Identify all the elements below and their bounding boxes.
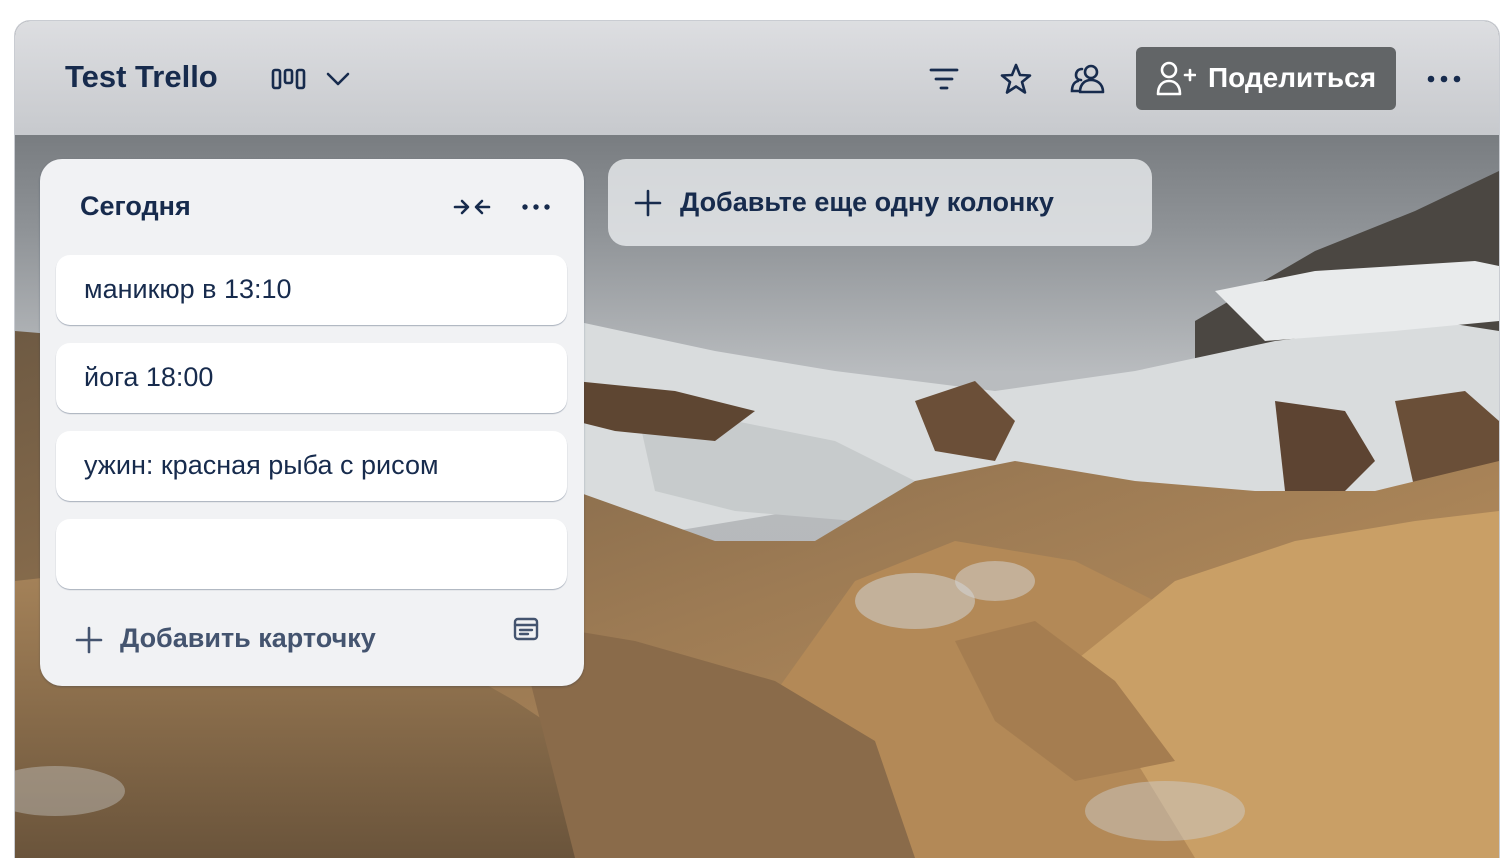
star-button[interactable] xyxy=(992,55,1040,103)
card[interactable]: маникюр в 13:10 xyxy=(56,255,567,325)
list-column: Сегодня маникюр в 13:10 йога 18:00 ужин:… xyxy=(40,159,584,686)
card[interactable]: йога 18:00 xyxy=(56,343,567,413)
members-button[interactable] xyxy=(1064,55,1112,103)
card-template-icon xyxy=(513,617,539,641)
board-window: Test Trello Поделиться Сегодня маникюр в… xyxy=(14,20,1500,858)
filter-icon xyxy=(929,68,959,90)
filter-button[interactable] xyxy=(920,55,968,103)
collapse-icon xyxy=(453,199,491,215)
add-card-button[interactable]: Добавить карточку xyxy=(56,614,496,666)
create-from-template-button[interactable] xyxy=(512,615,560,663)
more-icon xyxy=(1427,75,1461,83)
card-title: ужин: красная рыба с рисом xyxy=(84,450,439,480)
plus-icon xyxy=(634,189,662,217)
card[interactable]: ужин: красная рыба с рисом xyxy=(56,431,567,501)
board-menu-button[interactable] xyxy=(1420,55,1468,103)
list-menu-button[interactable] xyxy=(512,183,560,231)
list-title[interactable]: Сегодня xyxy=(80,191,191,222)
collapse-list-button[interactable] xyxy=(448,183,496,231)
plus-icon xyxy=(75,626,103,654)
board-header: Test Trello Поделиться xyxy=(15,21,1499,135)
card[interactable] xyxy=(56,519,567,589)
board-title[interactable]: Test Trello xyxy=(65,59,218,95)
add-list-label: Добавьте еще одну колонку xyxy=(680,187,1054,217)
more-icon xyxy=(522,204,550,210)
add-list-button[interactable]: Добавьте еще одну колонку xyxy=(608,159,1152,246)
view-switcher-button[interactable] xyxy=(269,59,359,101)
star-icon xyxy=(1000,63,1032,94)
add-person-icon xyxy=(1156,61,1196,96)
card-title: йога 18:00 xyxy=(84,362,214,392)
add-card-label: Добавить карточку xyxy=(120,623,376,653)
card-title: маникюр в 13:10 xyxy=(84,274,292,304)
members-icon xyxy=(1070,64,1105,94)
chevron-down-icon xyxy=(326,72,350,86)
share-button[interactable]: Поделиться xyxy=(1136,47,1396,110)
board-icon xyxy=(271,68,306,90)
share-button-label: Поделиться xyxy=(1208,62,1377,93)
